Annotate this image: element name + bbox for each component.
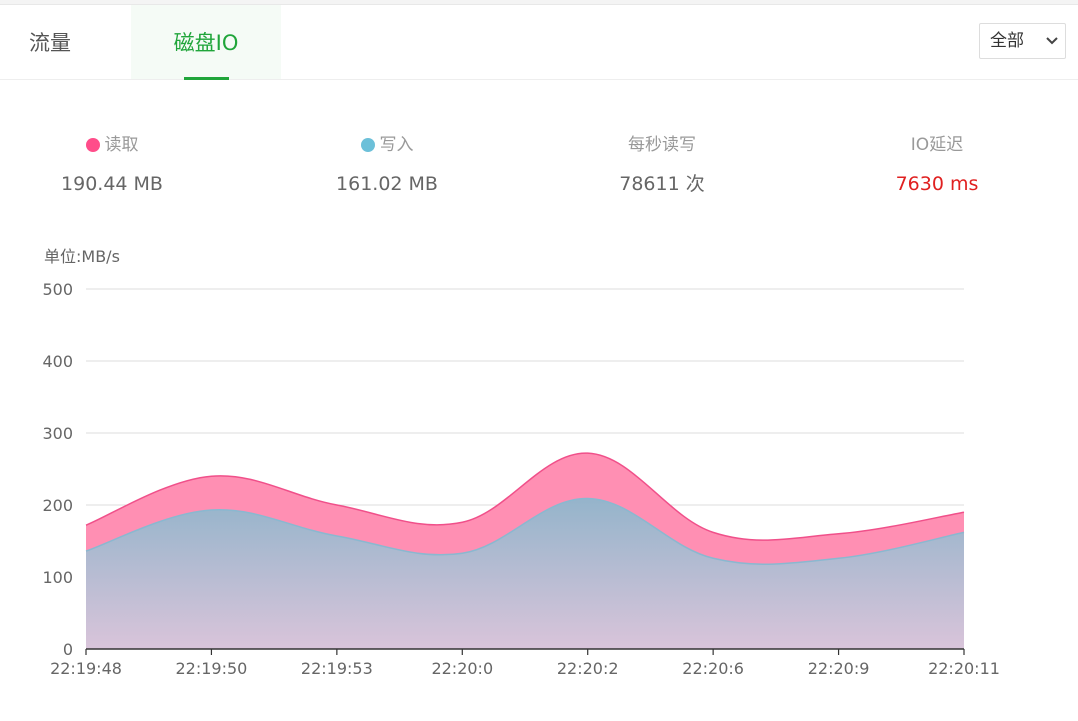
disk-io-chart: 单位:MB/s 0 100 200 300 400 500 22:19:48 22:19:50… — [42, 247, 1000, 678]
x-tick-label: 22:19:48 — [50, 659, 122, 678]
x-tick-label: 22:20:2 — [557, 659, 619, 678]
x-tick-label: 22:20:11 — [928, 659, 1000, 678]
x-tick-label: 22:20:0 — [431, 659, 493, 678]
y-axis-unit-label: 单位:MB/s — [44, 247, 120, 266]
y-tick-label: 400 — [42, 352, 73, 371]
y-tick-label: 300 — [42, 424, 73, 443]
y-tick-label: 100 — [42, 568, 73, 587]
y-tick-label: 200 — [42, 496, 73, 515]
y-tick-label: 500 — [42, 280, 73, 299]
x-tick-label: 22:20:6 — [682, 659, 744, 678]
x-tick-label: 22:20:9 — [808, 659, 870, 678]
x-tick-label: 22:19:50 — [175, 659, 247, 678]
y-tick-label: 0 — [63, 640, 73, 659]
x-tick-label: 22:19:53 — [301, 659, 373, 678]
